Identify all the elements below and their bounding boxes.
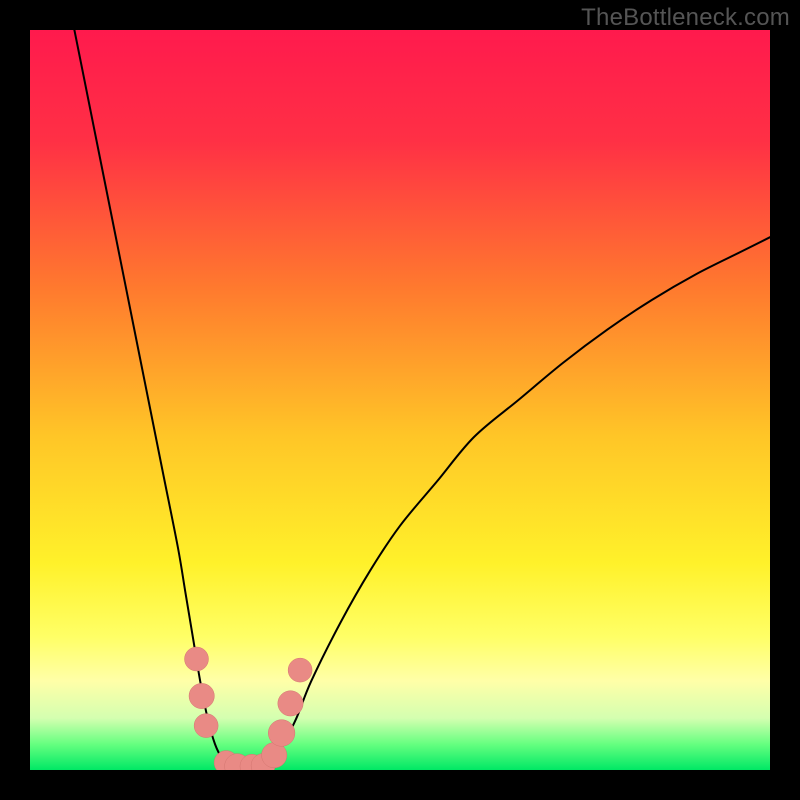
- data-marker: [278, 691, 303, 716]
- plot-area: [30, 30, 770, 770]
- watermark-text: TheBottleneck.com: [581, 4, 790, 32]
- chart-svg: [30, 30, 770, 770]
- data-marker: [194, 714, 218, 738]
- data-marker: [185, 647, 209, 671]
- chart-frame: TheBottleneck.com: [0, 0, 800, 800]
- data-marker: [288, 658, 312, 682]
- data-marker: [189, 683, 214, 708]
- data-marker: [268, 720, 295, 747]
- gradient-background: [30, 30, 770, 770]
